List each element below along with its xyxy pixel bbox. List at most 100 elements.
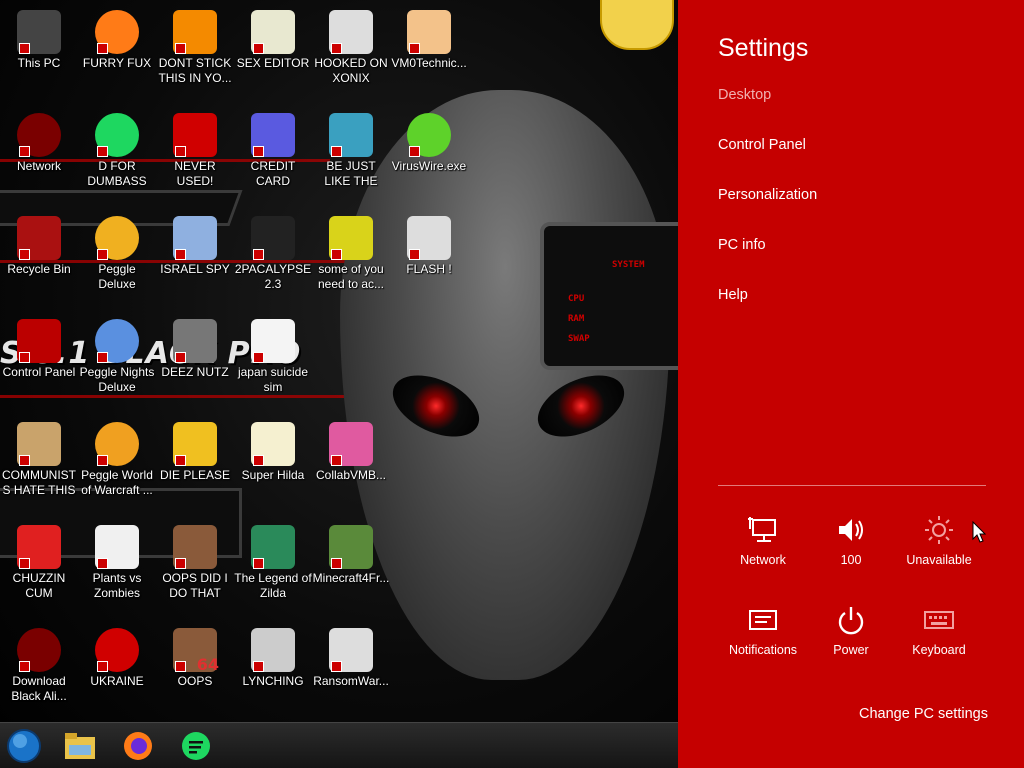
brightness-icon [925, 516, 953, 544]
control-panel-link[interactable]: Control Panel [718, 137, 806, 153]
desktop-icon[interactable]: SEX EDITOR [234, 4, 312, 71]
settings-context-label: Desktop [718, 87, 772, 103]
skull-icon [329, 628, 373, 672]
desktop-icon[interactable]: LYNCHING [234, 622, 312, 689]
shortcut-arrow-icon [19, 455, 30, 466]
desktop-icon[interactable]: NEVER USED! [156, 107, 234, 189]
personalization-link[interactable]: Personalization [718, 187, 817, 203]
desktop-icon[interactable]: HOOKED ON XONIX [312, 4, 390, 86]
desktop-icon[interactable]: Super Hilda [234, 416, 312, 483]
cpu-label: CPU [568, 294, 585, 304]
notifications-label: Notifications [728, 643, 798, 657]
network-quick-button[interactable]: Network [719, 515, 807, 567]
peggle-wow-icon [95, 422, 139, 466]
stacked-windows-icon [173, 319, 217, 363]
dog-image-icon [329, 216, 373, 260]
keyboard-label: Keyboard [912, 643, 966, 657]
desktop-icon-label: Network [16, 159, 61, 173]
desktop-icon[interactable]: COMMUNISTS HATE THIS G... [0, 416, 78, 498]
pvz-flower-icon [95, 525, 139, 569]
desktop-icon-label: This PC [17, 56, 61, 70]
desktop-icon-label: The Legend of Zilda [234, 571, 312, 600]
desktop-icon[interactable]: D FOR DUMBASS [78, 107, 156, 189]
system-title: SYSTEM [612, 260, 645, 270]
shortcut-arrow-icon [175, 43, 186, 54]
desktop-icon[interactable]: Peggle World of Warcraft ... [78, 416, 156, 498]
desktop-icon[interactable]: Download Black Ali... [0, 622, 78, 704]
minecraft-block-icon [329, 525, 373, 569]
power-quick-button[interactable]: Power [807, 605, 895, 657]
brightness-quick-button[interactable]: Unavailable [895, 515, 983, 567]
shortcut-arrow-icon [19, 43, 30, 54]
help-link[interactable]: Help [718, 287, 748, 303]
desktop-icon[interactable]: VM0Technic... [390, 4, 468, 71]
desktop-icon[interactable]: BE JUST LIKE THE DUDE! [312, 107, 390, 189]
desktop-icon[interactable]: Peggle Nights Deluxe [78, 313, 156, 395]
taskbar-file-explorer[interactable] [62, 729, 98, 763]
desktop-icon[interactable]: FURRY FUX [78, 4, 156, 71]
desktop-icon[interactable]: Peggle Deluxe [78, 210, 156, 292]
folder-icon [65, 733, 95, 759]
volume-quick-button[interactable]: 100 [807, 515, 895, 567]
computer-icon [17, 10, 61, 54]
desktop-icon-label: LYNCHING [242, 674, 304, 688]
santa-dude-icon [329, 113, 373, 157]
desktop-icon-label: DEEZ NUTZ [161, 365, 229, 379]
desktop-icon[interactable]: RansomWar... [312, 622, 390, 689]
desktop-icon[interactable]: FLASH ! [390, 210, 468, 277]
change-pc-settings-link[interactable]: Change PC settings [859, 706, 988, 722]
keyboard-quick-button[interactable]: Keyboard [895, 605, 983, 657]
desktop-icon[interactable]: DEEZ NUTZ [156, 313, 234, 380]
desktop-icon[interactable]: 64 OOPS [156, 622, 234, 689]
desktop-icon[interactable]: UKRAINE [78, 622, 156, 689]
desktop-icon-label: SEX EDITOR [236, 56, 310, 70]
desktop-icon[interactable]: This PC [0, 4, 78, 71]
vlc-cone-icon [173, 10, 217, 54]
shortcut-arrow-icon [175, 249, 186, 260]
keyboard-icon [924, 611, 954, 629]
desktop-icon-label: DONT STICK THIS IN YO... [158, 56, 232, 85]
desktop-icon-label: OOPS [177, 674, 213, 688]
recycle-bin-icon [17, 216, 61, 260]
pc-info-link[interactable]: PC info [718, 237, 766, 253]
start-button[interactable] [6, 729, 42, 763]
green-chat-icon [182, 732, 210, 760]
desktop-icon[interactable]: CHUZZIN CUM [0, 519, 78, 601]
brightness-label: Unavailable [906, 553, 972, 567]
notifications-quick-button[interactable]: Notifications [719, 605, 807, 657]
desktop-icon[interactable]: ISRAEL SPY [156, 210, 234, 277]
desktop-icon[interactable]: Recycle Bin [0, 210, 78, 277]
shortcut-arrow-icon [331, 661, 342, 672]
settings-divider [718, 485, 986, 486]
start-orb-icon [7, 729, 41, 763]
desktop-icon[interactable]: OOPS DID I DO THAT [156, 519, 234, 601]
shortcut-arrow-icon [97, 249, 108, 260]
shortcut-arrow-icon [409, 249, 420, 260]
desktop-icon[interactable]: DIE PLEASE [156, 416, 234, 483]
desktop-icon[interactable]: japan suicide sim [234, 313, 312, 395]
desktop-icon[interactable]: Network [0, 107, 78, 174]
system-monitor-panel: SYSTEM CPU RAM SWAP [540, 222, 678, 370]
shortcut-arrow-icon [253, 146, 264, 157]
credit-card-icon [251, 113, 295, 157]
taskbar-green-app[interactable] [178, 729, 214, 763]
desktop-icon[interactable]: Minecraft4Fr... [312, 519, 390, 586]
desktop-icon-label: FLASH ! [406, 262, 452, 276]
shortcut-arrow-icon [253, 43, 264, 54]
desktop-icon-label: COMMUNISTS HATE THIS G... [2, 468, 76, 497]
taskbar-firefox[interactable] [120, 729, 156, 763]
desktop-icon[interactable]: Plants vs Zombies [78, 519, 156, 601]
shortcut-arrow-icon [97, 146, 108, 157]
desktop-icon[interactable]: Control Panel [0, 313, 78, 380]
desktop-icon[interactable]: CollabVMB... [312, 416, 390, 483]
desktop-icon[interactable]: CREDIT CARD CHECKER [234, 107, 312, 189]
desktop-icon[interactable]: The Legend of Zilda [234, 519, 312, 601]
desktop-icon[interactable]: VirusWire.exe [390, 107, 468, 174]
desktop-icon[interactable]: DONT STICK THIS IN YO... [156, 4, 234, 86]
desktop-icon-label: some of you need to ac... [317, 262, 385, 291]
desktop-icon[interactable]: 2PACALYPSE 2.3 [234, 210, 312, 292]
desktop-icon[interactable]: some of you need to ac... [312, 210, 390, 292]
desktop[interactable]: SYSTEM CPU RAM SWAP S 8.1 BLACK PRO This… [0, 0, 678, 768]
shortcut-arrow-icon [409, 43, 420, 54]
portrait-64-icon: 64 [173, 628, 219, 674]
